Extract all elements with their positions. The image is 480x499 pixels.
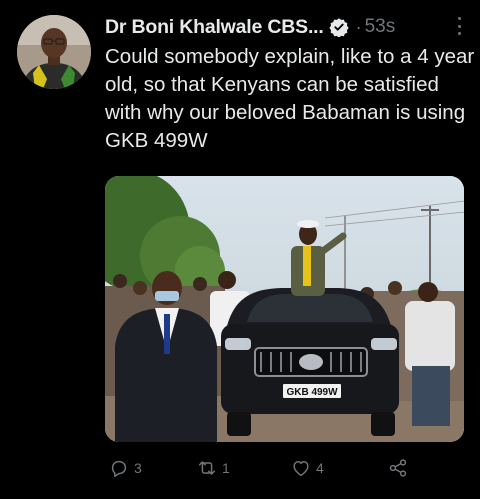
heart-icon: [293, 461, 309, 477]
share-icon: [389, 459, 407, 477]
like-count: 4: [316, 460, 324, 476]
like-button[interactable]: 4: [290, 457, 324, 479]
separator-dot: ·: [355, 16, 362, 37]
tweet-timestamp[interactable]: 53s: [365, 16, 396, 38]
retweet-icon: [198, 461, 216, 475]
retweet-count: 1: [222, 460, 230, 476]
more-options-icon[interactable]: [456, 15, 462, 37]
share-button[interactable]: [387, 457, 409, 479]
tweet-text: Could somebody explain, like to a 4 year…: [105, 45, 475, 152]
reply-icon: [111, 460, 127, 477]
reply-count: 3: [134, 460, 142, 476]
retweet-button[interactable]: 1: [196, 457, 230, 479]
reply-button[interactable]: 3: [108, 457, 142, 479]
tweet-photo[interactable]: GKB 499W: [105, 176, 464, 442]
tweet-actions: 3 1 4: [108, 457, 418, 485]
license-plate-text: GKB 499W: [286, 387, 338, 398]
verified-badge-icon: [328, 17, 349, 37]
author-name[interactable]: Dr Boni Khalwale CBS...: [105, 16, 324, 39]
author-avatar[interactable]: [17, 15, 91, 89]
tweet-header: Dr Boni Khalwale CBS... · 53s: [105, 14, 470, 40]
